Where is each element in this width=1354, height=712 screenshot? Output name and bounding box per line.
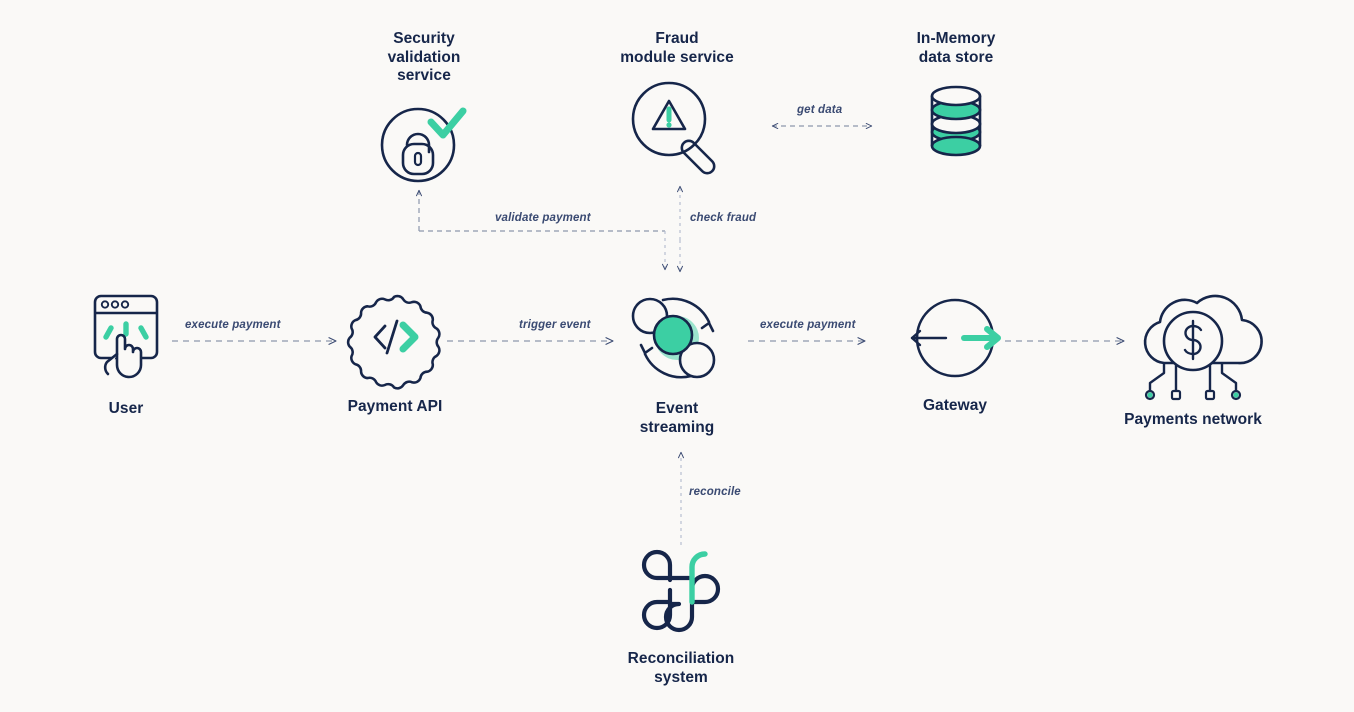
edge-label-get-data: get data bbox=[797, 104, 843, 116]
cloud-dollar-icon bbox=[1140, 285, 1263, 401]
edge-label-trigger-event: trigger event bbox=[519, 319, 591, 331]
node-security-validation-service[interactable]: Security validation service bbox=[359, 30, 489, 184]
edge-label-check-fraud: check fraud bbox=[690, 212, 757, 224]
gear-code-icon bbox=[346, 292, 441, 390]
node-fraud-module-service[interactable]: Fraud module service bbox=[613, 30, 741, 175]
edge-label-execute-payment-gateway: execute payment bbox=[760, 319, 856, 331]
node-label-event-streaming: Event streaming bbox=[639, 400, 715, 436]
edge-label-validate-payment: validate payment bbox=[495, 212, 591, 224]
node-payments-network[interactable]: Payments network bbox=[1110, 285, 1276, 430]
node-in-memory-data-store[interactable]: In-Memory data store bbox=[900, 30, 1012, 161]
node-gateway[interactable]: Gateway bbox=[890, 292, 1020, 416]
node-reconciliation-system[interactable]: Reconciliation system bbox=[600, 549, 762, 687]
node-label-payments-network: Payments network bbox=[1124, 411, 1262, 428]
event-cycle-icon bbox=[627, 290, 727, 386]
node-label-gateway: Gateway bbox=[922, 397, 988, 414]
edge-label-reconcile: reconcile bbox=[689, 486, 741, 498]
command-loop-icon bbox=[640, 549, 722, 633]
node-label-datastore: In-Memory data store bbox=[916, 30, 996, 66]
node-label-security: Security validation service bbox=[387, 30, 461, 84]
node-label-user: User bbox=[108, 400, 144, 417]
browser-click-icon bbox=[87, 292, 165, 382]
node-label-fraud: Fraud module service bbox=[620, 30, 734, 66]
database-cylinder-icon bbox=[929, 83, 983, 161]
lock-check-icon bbox=[378, 98, 470, 184]
gateway-arrows-icon bbox=[908, 292, 1002, 382]
magnifier-warning-icon bbox=[629, 79, 725, 175]
node-label-reconciliation: Reconciliation system bbox=[627, 650, 735, 686]
edge-label-execute-payment-user: execute payment bbox=[185, 319, 281, 331]
architecture-diagram: execute payment trigger event execute pa… bbox=[0, 0, 1354, 712]
node-payment-api[interactable]: Payment API bbox=[330, 292, 460, 417]
node-label-payment-api: Payment API bbox=[347, 398, 443, 415]
node-event-streaming[interactable]: Event streaming bbox=[612, 290, 742, 437]
node-user[interactable]: User bbox=[60, 292, 192, 419]
